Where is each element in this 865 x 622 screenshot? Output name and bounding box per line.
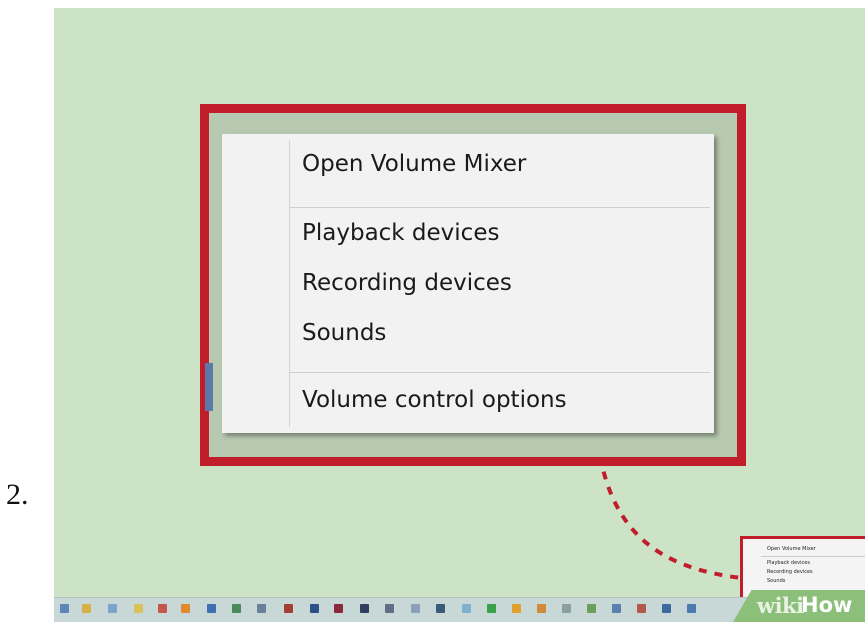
menu-item-sounds[interactable]: Sounds (302, 320, 386, 346)
app-icon[interactable] (181, 604, 190, 613)
app-icon[interactable] (612, 604, 621, 613)
app-icon[interactable] (512, 604, 521, 613)
start-icon[interactable] (60, 604, 69, 613)
step-number: 2. (6, 478, 29, 511)
menu-item-open-volume-mixer[interactable]: Open Volume Mixer (302, 151, 526, 177)
menu-item-recording-devices[interactable]: Recording devices (302, 270, 512, 296)
app-icon[interactable] (687, 604, 696, 613)
mini-menu-item-sounds[interactable]: Sounds (767, 578, 785, 584)
app-icon[interactable] (134, 604, 143, 613)
app-icon[interactable] (411, 604, 420, 613)
menu-item-playback-devices[interactable]: Playback devices (302, 220, 499, 246)
app-icon[interactable] (385, 604, 394, 613)
taskbar-edge-strip (205, 363, 213, 411)
app-icon[interactable] (637, 604, 646, 613)
wikihow-watermark: wiki How (733, 590, 865, 622)
mini-menu-item-open-volume-mixer[interactable]: Open Volume Mixer (767, 546, 816, 552)
app-icon[interactable] (334, 604, 343, 613)
watermark-wiki: wiki (757, 593, 804, 618)
app-icon[interactable] (310, 604, 319, 613)
menu-icon-gutter (289, 140, 290, 427)
folder-icon[interactable] (82, 604, 91, 613)
mini-menu-item-playback-devices[interactable]: Playback devices (767, 560, 810, 566)
app-icon[interactable] (158, 604, 167, 613)
app-icon[interactable] (232, 604, 241, 613)
menu-item-volume-control-options[interactable]: Volume control options (302, 387, 567, 413)
app-icon[interactable] (257, 604, 266, 613)
screenshot-scene: Open Volume Mixer Playback devices Recor… (54, 8, 865, 622)
app-icon[interactable] (436, 604, 445, 613)
menu-separator (289, 372, 710, 373)
app-icon[interactable] (662, 604, 671, 613)
app-icon[interactable] (284, 604, 293, 613)
app-icon[interactable] (108, 604, 117, 613)
app-icon[interactable] (462, 604, 471, 613)
app-icon[interactable] (487, 604, 496, 613)
mini-menu-item-recording-devices[interactable]: Recording devices (767, 569, 813, 575)
app-icon[interactable] (360, 604, 369, 613)
app-icon[interactable] (537, 604, 546, 613)
mini-menu-separator (761, 556, 865, 557)
zoomed-context-menu-callout: Open Volume Mixer Playback devices Recor… (200, 104, 746, 466)
app-icon[interactable] (207, 604, 216, 613)
app-icon[interactable] (587, 604, 596, 613)
volume-context-menu: Open Volume Mixer Playback devices Recor… (222, 134, 714, 433)
app-icon[interactable] (562, 604, 571, 613)
watermark-how: How (801, 593, 853, 617)
menu-separator (289, 207, 710, 208)
